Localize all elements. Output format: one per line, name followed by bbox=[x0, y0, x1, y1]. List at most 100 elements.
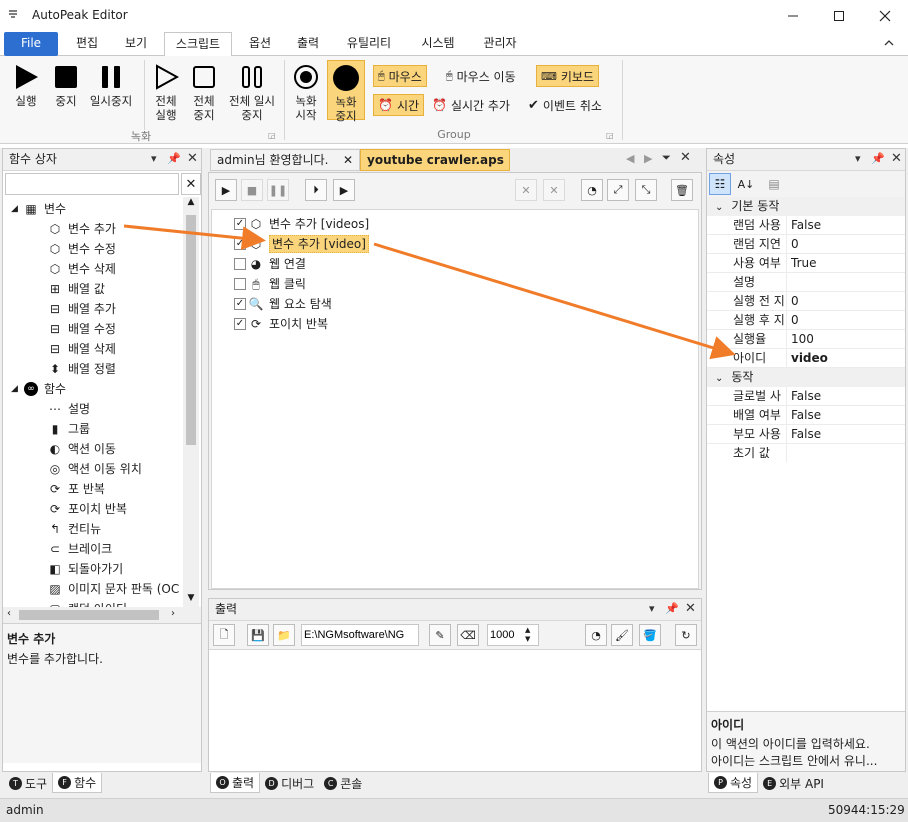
tree-item-ocr[interactable]: ▨ 이미지 문자 판독 (OC bbox=[3, 579, 201, 599]
color-brush-button[interactable]: 🖌 bbox=[611, 624, 633, 646]
property-row[interactable]: 랜덤 지연 0 bbox=[707, 235, 905, 254]
realtime-add-toggle[interactable]: ⏰ 실시간 추가 bbox=[428, 94, 514, 116]
disable-all-button[interactable]: ✕ bbox=[543, 179, 565, 201]
checkbox[interactable] bbox=[234, 258, 246, 270]
pin-icon[interactable]: 📌 bbox=[167, 149, 181, 169]
tab-scroll-left-icon[interactable]: ◀ bbox=[626, 152, 634, 165]
dialog-launcher-icon[interactable]: ◲ bbox=[606, 131, 614, 140]
category-action[interactable]: ⌄ 동작 bbox=[707, 368, 905, 387]
mouse-toggle[interactable]: 🖱 마우스 bbox=[373, 65, 427, 87]
tree-item-array-value[interactable]: ⊞ 배열 값 bbox=[3, 279, 201, 299]
close-button[interactable] bbox=[862, 0, 908, 32]
keyboard-toggle[interactable]: ⌨ 키보드 bbox=[536, 65, 600, 87]
tree-item-continue[interactable]: ↰ 컨티뉴 bbox=[3, 519, 201, 539]
tree-item-group[interactable]: ▮ 그룹 bbox=[3, 419, 201, 439]
tree-group-variables[interactable]: ◢ ▦ 변수 bbox=[3, 199, 201, 219]
tree-item-array-add[interactable]: ⊟ 배열 추가 bbox=[3, 299, 201, 319]
property-row[interactable]: 랜덤 사용 False bbox=[707, 216, 905, 235]
close-icon[interactable]: ✕ bbox=[187, 149, 198, 169]
tree-item-action-move[interactable]: ◐ 액션 이동 bbox=[3, 439, 201, 459]
property-row[interactable]: 설명 bbox=[707, 273, 905, 292]
minimize-button[interactable] bbox=[770, 0, 816, 32]
mouse-move-toggle[interactable]: 🖱 마우스 이동 bbox=[442, 65, 520, 87]
stop-button[interactable]: 중지 bbox=[48, 62, 84, 108]
spin-buttons[interactable]: ▲ ▼ bbox=[525, 626, 530, 644]
scroll-down-icon[interactable]: ▼ bbox=[183, 593, 199, 603]
pause-all-button[interactable]: 전체 일시중지 bbox=[226, 62, 278, 122]
timestamp-button[interactable]: ◔ bbox=[585, 624, 607, 646]
scrollbar-thumb[interactable] bbox=[186, 215, 196, 445]
run-button[interactable]: 실행 bbox=[8, 62, 44, 108]
tree-item-array-sort[interactable]: ⬍ 배열 정렬 bbox=[3, 359, 201, 379]
record-start-button[interactable]: 녹화 시작 bbox=[288, 62, 324, 122]
tab-output-log[interactable]: O 출력 bbox=[210, 773, 261, 793]
property-row[interactable]: 사용 여부 True bbox=[707, 254, 905, 273]
pin-icon[interactable]: 📌 bbox=[665, 599, 679, 619]
tree-item-array-edit[interactable]: ⊟ 배열 수정 bbox=[3, 319, 201, 339]
pin-icon[interactable]: 📌 bbox=[871, 149, 885, 169]
tab-tools[interactable]: T 도구 bbox=[4, 773, 52, 793]
dialog-launcher-icon[interactable]: ◲ bbox=[268, 131, 276, 140]
scroll-right-icon[interactable]: › bbox=[171, 608, 175, 619]
system-menu-icon[interactable] bbox=[8, 9, 18, 19]
tree-item-return[interactable]: ◧ 되돌아가기 bbox=[3, 559, 201, 579]
collapse-ribbon-icon[interactable] bbox=[884, 38, 894, 48]
delete-button[interactable]: 🗑 bbox=[671, 179, 693, 201]
save-log-button[interactable]: 💾 bbox=[247, 624, 269, 646]
category-basic[interactable]: ⌄ 기본 동작 bbox=[707, 197, 905, 216]
property-row[interactable]: 실행율 100 bbox=[707, 330, 905, 349]
script-item-web-connect[interactable]: ◕ 웹 연결 bbox=[234, 254, 698, 274]
collapse-arrow-icon[interactable]: ◢ bbox=[11, 379, 23, 399]
tab-script[interactable]: 스크립트 bbox=[164, 32, 232, 57]
tab-admin[interactable]: 관리자 bbox=[472, 32, 528, 56]
checkbox[interactable]: ✓ bbox=[234, 318, 246, 330]
run-all-button[interactable]: 전체 실행 bbox=[148, 62, 184, 122]
collapse-arrow-icon[interactable]: ◢ bbox=[11, 199, 23, 219]
doc-tab-youtube-crawler[interactable]: youtube crawler.aps ✕ bbox=[360, 149, 510, 171]
dropdown-icon[interactable]: ▾ bbox=[855, 149, 861, 169]
tree-item-array-delete[interactable]: ⊟ 배열 삭제 bbox=[3, 339, 201, 359]
script-item-web-click[interactable]: 🖱 웹 클릭 bbox=[234, 274, 698, 294]
script-item-variable-add-video[interactable]: ✓ ⬡ 변수 추가 [video] bbox=[234, 234, 698, 254]
property-row[interactable]: 배열 여부 False bbox=[707, 406, 905, 425]
tab-scroll-right-icon[interactable]: ▶ bbox=[644, 152, 652, 165]
collapse-arrow-icon[interactable]: ⌄ bbox=[715, 202, 723, 213]
stop-all-button[interactable]: 전체 중지 bbox=[186, 62, 222, 122]
property-row[interactable]: 실행 후 지0 bbox=[707, 311, 905, 330]
expand-button[interactable]: ⤢ bbox=[607, 179, 629, 201]
timer-button[interactable]: ◔ bbox=[581, 179, 603, 201]
property-row-id[interactable]: 아이디 video bbox=[707, 349, 905, 368]
collapse-arrow-icon[interactable]: ⌄ bbox=[715, 373, 723, 384]
close-icon[interactable]: ✕ bbox=[891, 149, 902, 169]
tab-options[interactable]: 옵션 bbox=[238, 32, 282, 56]
clear-auto-button[interactable]: ✎ bbox=[429, 624, 451, 646]
doc-tab-welcome[interactable]: admin님 환영합니다. ✕ bbox=[210, 149, 360, 171]
new-log-button[interactable]: 🗋 bbox=[213, 624, 235, 646]
tab-list-icon[interactable]: ⏷ bbox=[662, 151, 671, 165]
tree-item-variable-delete[interactable]: ⬡ 변수 삭제 bbox=[3, 259, 201, 279]
scrollbar-thumb[interactable] bbox=[19, 610, 159, 620]
tree-item-action-move-position[interactable]: ◎ 액션 이동 위치 bbox=[3, 459, 201, 479]
dropdown-icon[interactable]: ▾ bbox=[151, 149, 157, 169]
tree-item-random-id[interactable]: ▢랜덤 아이디 bbox=[3, 599, 201, 607]
alphabetical-sort-icon[interactable]: A↓ bbox=[735, 173, 757, 195]
scroll-left-icon[interactable]: ‹ bbox=[7, 608, 11, 619]
close-icon[interactable]: ✕ bbox=[685, 599, 696, 619]
run-from-here-button[interactable]: ▶ bbox=[333, 179, 355, 201]
vertical-scrollbar[interactable]: ▲ ▼ bbox=[183, 197, 199, 607]
property-pages-icon[interactable]: ▤ bbox=[763, 173, 785, 195]
close-icon[interactable]: ✕ bbox=[343, 150, 353, 170]
script-item-foreach[interactable]: ✓ ⟳ 포이치 반복 bbox=[234, 314, 698, 334]
maximize-button[interactable] bbox=[816, 0, 862, 32]
stop-script-button[interactable]: ■ bbox=[241, 179, 263, 201]
pause-button[interactable]: 일시중지 bbox=[86, 62, 136, 108]
step-run-button[interactable]: ⏵ bbox=[305, 179, 327, 201]
checkbox[interactable]: ✓ bbox=[234, 218, 246, 230]
open-folder-button[interactable]: 📁 bbox=[273, 624, 295, 646]
event-cancel-toggle[interactable]: ✔ 이벤트 취소 bbox=[524, 94, 606, 116]
dropdown-icon[interactable]: ▾ bbox=[649, 599, 655, 619]
close-icon[interactable]: ✕ bbox=[680, 150, 691, 165]
tab-debug[interactable]: D 디버그 bbox=[260, 773, 319, 793]
tab-view[interactable]: 보기 bbox=[114, 32, 158, 56]
tab-edit[interactable]: 편집 bbox=[64, 32, 110, 56]
